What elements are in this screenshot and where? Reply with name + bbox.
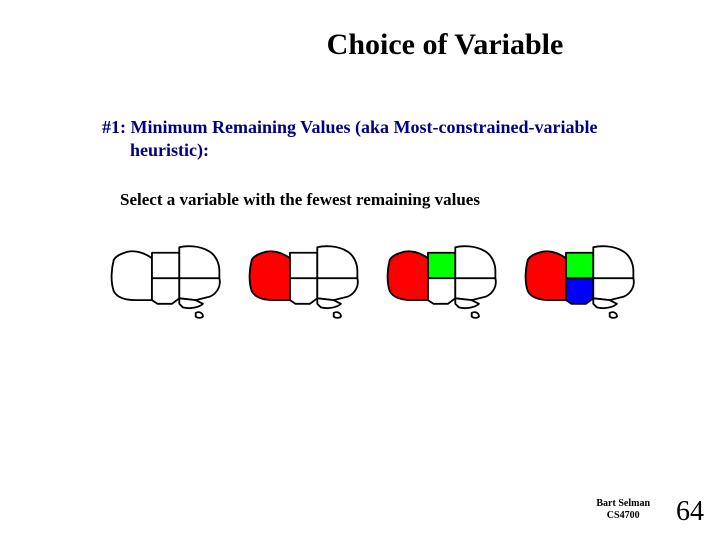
australia-map-1 [108, 240, 236, 322]
region-NT [566, 253, 593, 279]
region-WA [112, 251, 152, 300]
region-Q [179, 246, 219, 278]
map-row [108, 240, 650, 322]
footer: Bart Selman CS4700 [596, 498, 650, 522]
region-NT [152, 253, 179, 279]
region-T [610, 312, 617, 318]
australia-map-2 [246, 240, 374, 322]
region-NT [428, 253, 455, 279]
region-SA [152, 278, 179, 304]
region-NT [290, 253, 317, 279]
region-SA [566, 278, 593, 304]
australia-map-4 [522, 240, 650, 322]
region-WA [526, 251, 566, 300]
region-T [334, 312, 341, 318]
heuristic-heading: #1: Minimum Remaining Values (aka Most-c… [102, 116, 662, 163]
australia-map-3 [384, 240, 512, 322]
region-NSW [179, 278, 220, 300]
page-number: 64 [676, 496, 704, 528]
slide-title: Choice of Variable [0, 28, 720, 62]
region-Q [455, 246, 495, 278]
region-T [472, 312, 479, 318]
footer-author: Bart Selman [596, 498, 650, 510]
region-NSW [455, 278, 496, 300]
body-text: Select a variable with the fewest remain… [120, 190, 660, 210]
region-NSW [593, 278, 634, 300]
slide: Choice of Variable #1: Minimum Remaining… [0, 0, 720, 540]
region-Q [593, 246, 633, 278]
region-SA [428, 278, 455, 304]
region-WA [388, 251, 428, 300]
region-SA [290, 278, 317, 304]
footer-course: CS4700 [596, 510, 650, 522]
region-NSW [317, 278, 358, 300]
region-WA [250, 251, 290, 300]
region-Q [317, 246, 357, 278]
region-T [196, 312, 203, 318]
